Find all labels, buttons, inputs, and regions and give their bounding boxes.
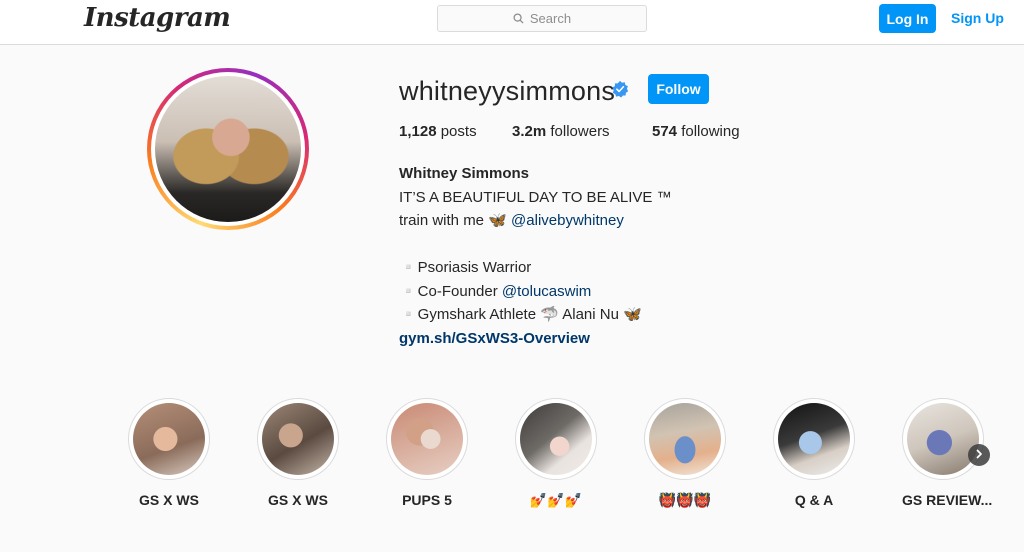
highlight-item[interactable]: GS X WS (257, 398, 339, 508)
profile-avatar[interactable] (147, 68, 309, 230)
bio-line: ▫️Psoriasis Warrior (399, 259, 532, 276)
bio-external-link[interactable]: gym.sh/GSxWS3-Overview (399, 327, 672, 351)
bio-line: train with me 🦋 @alivebywhitney (399, 209, 672, 233)
bio-text: ▫️Co-Founder (399, 282, 502, 300)
highlight-item[interactable]: 💅💅💅 (515, 398, 597, 509)
follow-button[interactable]: Follow (648, 74, 709, 104)
avatar-photo (155, 76, 301, 222)
highlight-ring (128, 398, 210, 480)
followers-count: 3.2m (512, 123, 547, 140)
highlight-ring (257, 398, 339, 480)
avatar-border (151, 72, 305, 226)
bio-line: ▫️Co-Founder @tolucaswim (399, 280, 672, 304)
instagram-logo[interactable]: Instagram (84, 3, 231, 33)
signup-link[interactable]: Sign Up (951, 10, 1004, 26)
posts-label: posts (440, 123, 477, 140)
profile-bio: Whitney Simmons IT’S A BEAUTIFUL DAY TO … (399, 162, 672, 350)
highlight-cover (520, 403, 592, 475)
verified-badge-icon (611, 80, 629, 98)
search-placeholder: Search (529, 11, 572, 26)
posts-stat: 1,128 posts (399, 123, 477, 140)
profile-username: whitneyysimmons (399, 76, 616, 106)
highlight-cover (133, 403, 205, 475)
followers-label: followers (550, 123, 610, 140)
profile-full-name: Whitney Simmons (399, 165, 530, 182)
highlight-ring (902, 398, 984, 480)
highlight-item[interactable]: Q & A (773, 398, 855, 508)
bio-line: IT’S A BEAUTIFUL DAY TO BE ALIVE ™ (399, 188, 672, 206)
following-stat[interactable]: 574 following (652, 123, 740, 140)
highlight-item[interactable]: GS X WS (128, 398, 210, 508)
highlight-cover (649, 403, 721, 475)
highlight-ring (515, 398, 597, 480)
bio-spacer (399, 233, 672, 257)
highlight-cover (391, 403, 463, 475)
highlight-item[interactable]: PUPS 5 (386, 398, 468, 508)
mention-link-tolucaswim[interactable]: @tolucaswim (502, 283, 591, 300)
highlight-cover (262, 403, 334, 475)
following-label: following (681, 123, 740, 140)
top-navigation-bar: Instagram Search Log In Sign Up (0, 0, 1024, 45)
highlight-label: GS REVIEW... (902, 492, 993, 508)
highlights-next-button[interactable] (968, 444, 990, 466)
posts-count: 1,128 (399, 123, 437, 140)
highlight-item[interactable]: 👹👹👹 (644, 398, 726, 509)
bio-text: train with me 🦋 (399, 212, 512, 229)
highlight-cover (907, 403, 979, 475)
search-icon (513, 13, 524, 24)
highlight-label: Q & A (794, 492, 834, 508)
following-count: 574 (652, 123, 678, 140)
bio-line: ▫️Gymshark Athlete 🦈 Alani Nu 🦋 (399, 306, 642, 323)
highlight-ring (644, 398, 726, 480)
followers-stat[interactable]: 3.2m followers (512, 123, 610, 140)
highlight-label: 💅💅💅 (529, 492, 583, 508)
highlight-label: 👹👹👹 (658, 492, 712, 508)
mention-link-alivebywhitney[interactable]: @alivebywhitney (511, 212, 624, 229)
login-button[interactable]: Log In (879, 4, 936, 33)
highlight-cover (778, 403, 850, 475)
highlight-label: PUPS 5 (402, 492, 452, 508)
highlight-ring (773, 398, 855, 480)
highlight-ring (386, 398, 468, 480)
highlight-label: GS X WS (139, 492, 199, 508)
search-input[interactable]: Search (437, 5, 647, 32)
highlight-label: GS X WS (268, 492, 328, 508)
chevron-right-icon (974, 446, 984, 464)
